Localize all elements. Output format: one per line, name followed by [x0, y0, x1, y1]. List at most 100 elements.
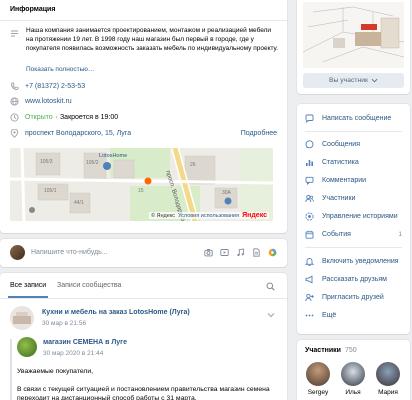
address-link[interactable]: проспект Володарского, 15, Луга [25, 130, 131, 137]
map-house-number: 105/1 [44, 188, 57, 194]
menu-events[interactable]: События 1 [305, 226, 402, 242]
calendar-icon [305, 230, 314, 239]
map-copyright: © Яндекс [150, 212, 176, 219]
info-card: Информация Наша компания занимается прое… [0, 0, 287, 233]
map-footer: © Яндекс Условия использования Яндекс [148, 212, 269, 219]
hours-text: · Закроется в 19:00 [55, 114, 119, 121]
repost-time[interactable]: 30 мар 2020 в 21:44 [43, 350, 103, 357]
divider [305, 247, 402, 248]
member-name: Sergey [307, 389, 329, 396]
menu-more[interactable]: Ещё [305, 307, 402, 323]
members-header[interactable]: Участники 750 [305, 347, 357, 354]
menu-label: Ещё [322, 311, 337, 319]
member-name: Мария [378, 389, 398, 396]
website-link[interactable]: www.lotoskit.ru [25, 98, 72, 105]
menu-notifications[interactable]: Включить уведомления [304, 253, 402, 269]
menu-invite[interactable]: Пригласить друзей [305, 289, 402, 305]
wall-card: Все записи Записи сообщества Кухни и меб… [0, 273, 287, 400]
divider [305, 131, 402, 132]
member-status-button[interactable]: Вы участник [303, 73, 404, 88]
repost-avatar[interactable] [17, 337, 37, 357]
document-icon[interactable] [252, 248, 261, 259]
map-house-number: 105/2 [86, 160, 99, 166]
map-terms-link[interactable]: Условия использования [178, 213, 239, 219]
menu-stories[interactable]: Управление историями [305, 208, 402, 224]
menu-label: Включить уведомления [322, 257, 399, 265]
info-title: Информация [10, 6, 56, 13]
message-bubble-icon [305, 114, 314, 123]
post-time[interactable]: 30 мар в 21:56 [42, 320, 86, 327]
menu-label: Пригласить друзей [322, 293, 384, 301]
cover-card: Вы участник [297, 0, 410, 94]
menu-members[interactable]: Участники [305, 190, 402, 206]
palette-icon[interactable] [268, 248, 277, 259]
actions-menu: Написать сообщение Сообщения Статистика … [297, 104, 410, 334]
add-user-icon [305, 293, 314, 302]
menu-comments[interactable]: Комментарии [305, 172, 402, 188]
video-icon[interactable] [220, 248, 229, 259]
cover-illustration [303, 2, 404, 68]
cover-image[interactable] [303, 2, 404, 68]
member-avatar [306, 362, 330, 386]
map-house-number: 105/3 [40, 159, 53, 165]
phone-number[interactable]: +7 (81372) 2-53-53 [25, 83, 85, 90]
details-link[interactable]: Подробнее [241, 130, 277, 137]
divider [0, 20, 287, 21]
menu-label: Статистика [322, 158, 359, 166]
member-status-label: Вы участник [328, 77, 369, 84]
menu-write-message[interactable]: Написать сообщение [305, 110, 402, 126]
description-text: Наша компания занимается проектированием… [26, 27, 278, 52]
composer-input[interactable]: Напишите что-нибудь... [31, 249, 108, 256]
menu-tell-friends[interactable]: Рассказать друзьям [305, 271, 402, 287]
music-icon[interactable] [236, 248, 245, 259]
repost-quote-bar [10, 339, 12, 400]
clock-icon [10, 113, 19, 122]
members-title: Участники [305, 347, 341, 354]
menu-label: Рассказать друзьям [322, 275, 387, 283]
menu-label: Комментарии [322, 176, 367, 184]
member-name: Илья [345, 389, 361, 396]
post-text-greeting: Уважаемые покупатели, [17, 368, 94, 375]
member-item[interactable]: Мария [373, 362, 403, 396]
composer-attach-icons [204, 248, 277, 259]
member-avatar [376, 362, 400, 386]
hours-status: Открыто [25, 114, 53, 121]
stats-icon [305, 158, 314, 167]
menu-stats[interactable]: Статистика [305, 154, 402, 170]
chevron-down-icon[interactable] [267, 311, 275, 321]
bell-icon [304, 257, 315, 266]
location-pin-icon [10, 128, 19, 138]
stories-icon [305, 211, 314, 221]
user-avatar[interactable] [10, 245, 25, 260]
globe-icon [10, 97, 19, 106]
tab-community-posts[interactable]: Записи сообщества [57, 282, 121, 289]
map-poi-label: LotosHome [99, 153, 128, 159]
member-item[interactable]: Sergey [303, 362, 333, 396]
comment-icon [305, 176, 314, 185]
map-house-number: 30А [222, 190, 231, 196]
wall-tabs: Все записи Записи сообщества [0, 273, 287, 299]
chat-icon [305, 139, 314, 149]
map[interactable]: просп. Володарского LotosHome 105/3 105/… [10, 148, 273, 221]
description-icon [10, 29, 19, 40]
more-dots-icon [305, 311, 314, 320]
active-tab-underline [8, 296, 48, 298]
address-row: проспект Володарского, 15, Луга Подробне… [10, 128, 277, 138]
post-text-body: В связи с текущей ситуацией и постановле… [17, 386, 270, 400]
member-item[interactable]: Илья [338, 362, 368, 396]
yandex-logo: Яндекс [242, 212, 267, 219]
map-house-number: 26 [190, 162, 196, 168]
member-avatar [341, 362, 365, 386]
map-house-number: 15 [138, 188, 144, 194]
repost-author[interactable]: магазин СЕМЕНА в Луге [43, 339, 127, 346]
megaphone-icon [305, 274, 314, 284]
community-avatar[interactable] [10, 306, 34, 330]
post-author[interactable]: Кухни и мебель на заказ LotosHome (Луга) [42, 309, 190, 316]
camera-icon[interactable] [204, 248, 213, 259]
show-more-link[interactable]: Показать полностью… [26, 66, 94, 73]
search-icon[interactable] [266, 282, 275, 293]
menu-label: События [322, 230, 351, 238]
users-icon [305, 194, 314, 203]
menu-messages[interactable]: Сообщения [305, 136, 402, 152]
tab-all-posts[interactable]: Все записи [10, 282, 46, 289]
